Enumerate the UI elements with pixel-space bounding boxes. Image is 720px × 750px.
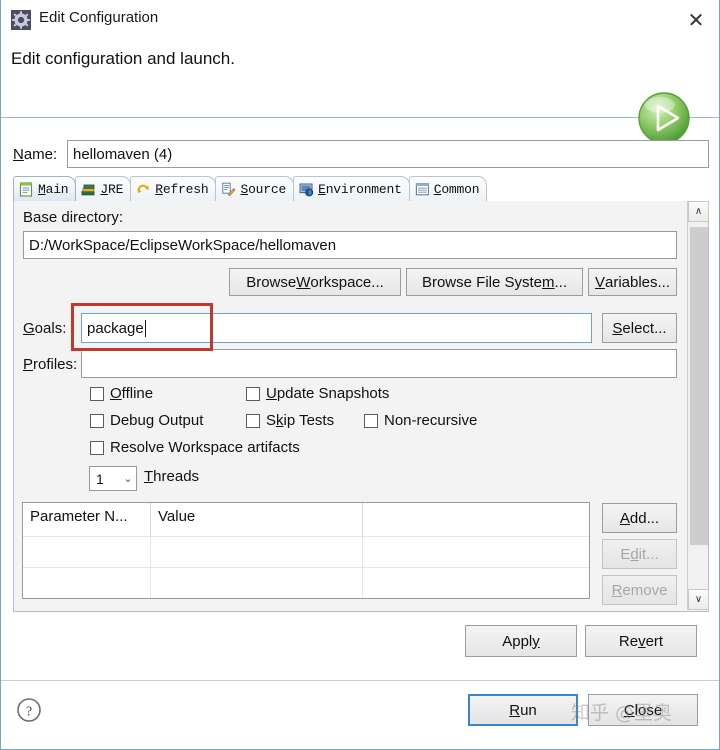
column-header-blank[interactable] [363, 503, 589, 536]
checkbox-resolve-workspace-artifacts-box[interactable] [90, 440, 104, 455]
browse-file-system-button[interactable]: Browse File Syste m... [406, 268, 583, 296]
checkbox-debug-output-box[interactable] [90, 413, 104, 428]
revert-button[interactable]: Re v ert [585, 625, 697, 657]
table-cell [23, 537, 151, 567]
window-title: Edit Configuration [39, 9, 159, 26]
add-parameter-button[interactable]: Add... [602, 503, 677, 533]
tab-refresh-label: Refresh [155, 181, 209, 197]
tab-common-label: Common [433, 181, 480, 197]
svg-text:?: ? [26, 704, 32, 719]
tab-refresh[interactable]: Refresh [130, 176, 217, 201]
checkbox-skip-tests[interactable]: Skip Tests [246, 412, 334, 429]
table-cell [363, 537, 589, 567]
scrollbar-thumb[interactable] [690, 227, 708, 545]
table-cell [151, 537, 363, 567]
tab-source-label: Source [240, 181, 287, 197]
goals-label: Goals: [23, 320, 67, 337]
main-tab-panel: Base directory: Browse Workspace... Brow… [13, 201, 709, 612]
footer-divider [1, 680, 719, 681]
table-header-row: Parameter N... Value [23, 503, 589, 536]
goals-input-value: package [87, 319, 144, 337]
green-run-play-icon [635, 89, 693, 147]
scroll-up-icon[interactable]: ∧ [688, 201, 709, 222]
checkbox-update-snapshots-box[interactable] [246, 386, 260, 401]
common-list-icon [415, 182, 430, 197]
table-cell [23, 568, 151, 598]
tab-jre[interactable]: JRE [75, 176, 132, 201]
close-icon[interactable]: ✕ [679, 5, 713, 35]
source-edit-icon [221, 182, 237, 197]
checkbox-offline-box[interactable] [90, 386, 104, 401]
column-header-value[interactable]: Value [151, 503, 363, 536]
variables-button[interactable]: Variables... [588, 268, 677, 296]
profiles-label: Profiles: [23, 356, 78, 373]
goals-input[interactable]: package [81, 313, 592, 343]
help-question-icon[interactable]: ? [16, 697, 42, 723]
name-label: Name: [13, 146, 58, 163]
threads-label: Threads [144, 468, 200, 485]
threads-value: 1 [96, 470, 104, 487]
title-bar: Edit Configuration ✕ [1, 0, 719, 40]
checkbox-skip-tests-label: Skip Tests [266, 412, 335, 429]
header-message: Edit configuration and launch. [11, 49, 235, 68]
checkbox-offline-label: Offline [110, 385, 154, 402]
main-document-icon [19, 181, 34, 197]
table-cell [151, 568, 363, 598]
chevron-down-icon: ⌄ [123, 472, 133, 485]
checkbox-update-snapshots-label: Update Snapshots [266, 385, 390, 402]
base-directory-input[interactable] [23, 231, 677, 259]
checkbox-debug-output[interactable]: Debug Output [90, 412, 203, 429]
text-caret [144, 319, 146, 337]
refresh-arrows-icon [136, 182, 151, 197]
vertical-scrollbar[interactable]: ∧ ∨ [687, 201, 709, 610]
remove-parameter-button: Remove [602, 575, 677, 605]
tab-main[interactable]: Main [13, 176, 77, 201]
base-directory-label: Base directory: [23, 209, 124, 226]
tab-source[interactable]: Source [215, 176, 295, 201]
checkbox-debug-output-label: Debug Output [110, 412, 204, 429]
threads-dropdown[interactable]: 1 ⌄ [89, 466, 137, 491]
close-dialog-button[interactable]: Close [588, 694, 698, 726]
checkbox-skip-tests-box[interactable] [246, 413, 260, 428]
tab-common[interactable]: Common [408, 176, 488, 201]
table-row[interactable] [23, 536, 589, 567]
edit-parameter-button: Ed it... [602, 539, 677, 569]
edit-configuration-dialog: Edit Configuration ✕ Edit configuration … [0, 0, 720, 750]
table-row[interactable] [23, 567, 589, 598]
checkbox-resolve-workspace-artifacts-label: Resolve Workspace artifacts [110, 439, 300, 456]
scroll-down-icon[interactable]: ∨ [688, 589, 709, 610]
table-row[interactable] [23, 598, 589, 599]
name-input[interactable] [67, 140, 709, 168]
gear-icon [11, 10, 31, 30]
checkbox-non-recursive-label: Non-recursive [384, 412, 478, 429]
tab-environment[interactable]: Environment [293, 176, 410, 201]
browse-workspace-button[interactable]: Browse Workspace... [229, 268, 401, 296]
profiles-input[interactable] [81, 349, 677, 378]
environment-monitor-icon [299, 182, 314, 197]
tab-main-label: Main [38, 181, 69, 197]
checkbox-update-snapshots[interactable]: Update Snapshots [246, 385, 389, 402]
tab-bar: Main JRE Refresh Source Environment Comm… [13, 176, 709, 202]
checkbox-non-recursive-box[interactable] [364, 413, 378, 428]
checkbox-offline[interactable]: Offline [90, 385, 153, 402]
goals-select-button[interactable]: Select... [602, 313, 677, 343]
checkbox-resolve-workspace-artifacts[interactable]: Resolve Workspace artifacts [90, 439, 300, 456]
apply-button[interactable]: Appl y [465, 625, 577, 657]
dialog-header: Edit configuration and launch. [1, 40, 719, 145]
scroll-region: Base directory: Browse Workspace... Brow… [14, 201, 687, 610]
tab-environment-label: Environment [318, 181, 402, 197]
checkbox-non-recursive[interactable]: Non-recursive [364, 412, 477, 429]
column-header-parameter-name[interactable]: Parameter N... [23, 503, 151, 536]
parameters-table[interactable]: Parameter N... Value [22, 502, 590, 599]
run-button[interactable]: Run [468, 694, 578, 726]
table-cell [363, 568, 589, 598]
jre-books-icon [81, 182, 96, 197]
tab-jre-label: JRE [100, 181, 124, 197]
